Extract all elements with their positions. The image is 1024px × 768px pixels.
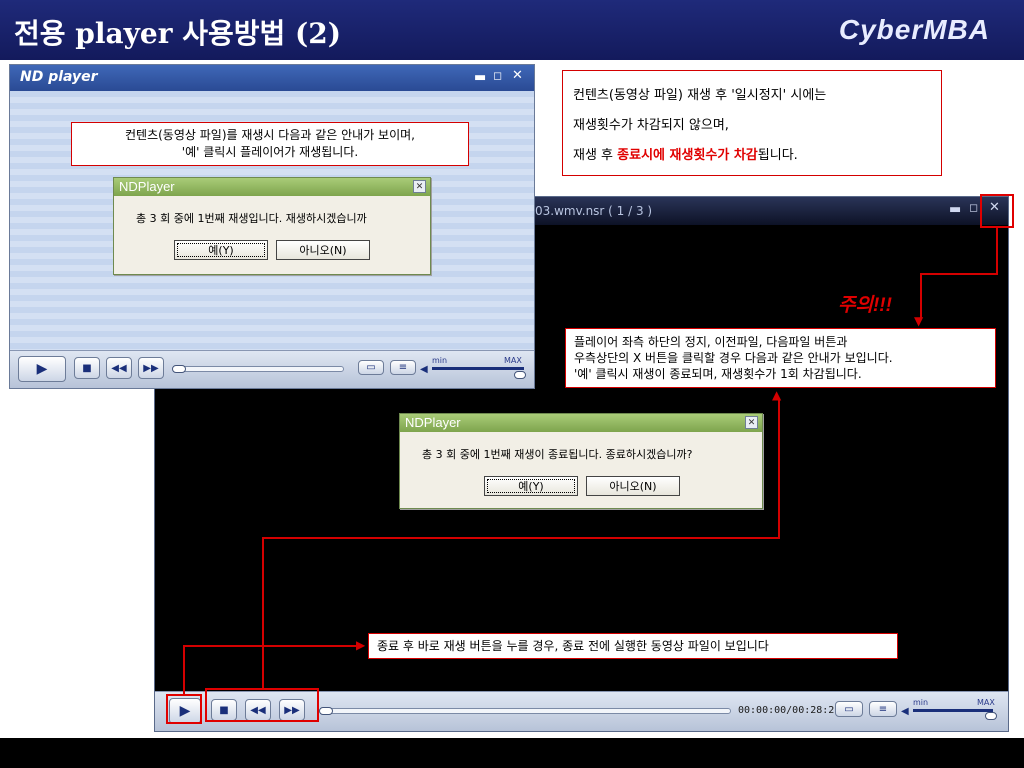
seek-bar[interactable] [321,708,731,714]
seek-bar[interactable] [174,366,344,372]
callout-text: 컨텐츠(동영상 파일)를 재생시 다음과 같은 안내가 보이며, [125,128,415,142]
connector-line [996,228,998,274]
connector-line [262,538,264,688]
volume-max-label: MAX [504,356,522,365]
warning-label: 주의!!! [838,295,892,316]
arrow-right-icon: ▶ [356,638,366,652]
play-icon: ▶ [36,361,48,377]
stop-icon: ■ [82,362,92,374]
callout-text: 종료 후 바로 재생 버튼을 누를 경우, 종료 전에 실행한 동영상 파일이 … [377,639,769,653]
small-player-controls: ▶ ■ ◀◀ ▶▶ ▭ ≡ ◀ min MAX [10,350,534,388]
seek-knob[interactable] [319,707,333,715]
close-icon[interactable]: ✕ [745,416,758,429]
arrow-down-icon: ▼ [914,314,924,328]
volume-slider[interactable] [432,367,524,370]
slide-header: 전용 player 사용방법 (2) CyberMBA [0,0,1024,60]
small-player-titlebar: ND player ▬ ◻ ✕ [10,65,534,91]
nd-player-logo: ND player [20,69,98,85]
connector-line [262,537,779,539]
connector-line [920,273,998,275]
fast-forward-icon: ▶▶ [143,362,159,374]
volume-min-label: min [913,698,929,707]
slide-footer [0,738,1024,768]
dialog-message: 총 3 회 중에 1번째 재생이 종료됩니다. 종료하시겠습니까? [422,448,693,461]
screen-icon: ▭ [844,703,854,715]
callout-pause-info: 컨텐츠(동영상 파일) 재생 후 '일시정지' 시에는 재생횟수가 차감되지 않… [562,70,942,176]
volume-max-label: MAX [977,698,995,707]
next-file-button[interactable]: ▶▶ [138,357,164,379]
callout-text: '예' 클릭시 재생이 종료되며, 재생횟수가 1회 차감됩니다. [574,367,862,381]
control-buttons-highlight [205,688,319,722]
play-button[interactable]: ▶ [18,356,66,382]
callout-text: 우측상단의 X 버튼을 클릭할 경우 다음과 같은 안내가 보입니다. [574,351,893,365]
connector-line [920,273,922,319]
dialog-title: NDPlayer [405,415,461,430]
minimize-icon[interactable]: ▬ [474,70,486,85]
dialog-titlebar: NDPlayer ✕ [114,178,430,196]
rewind-icon: ◀◀ [111,362,127,374]
close-icon[interactable]: ✕ [413,180,426,193]
screen-icon: ▭ [366,362,376,373]
speaker-icon: ◀ [901,706,909,717]
close-button-highlight [980,194,1014,228]
main-player-title: 03.wmv.nsr ( 1 / 3 ) [535,204,653,218]
connector-line [778,398,780,539]
highlight-text: 종료시에 재생횟수가 차감 [617,148,758,163]
yes-button[interactable]: 예(Y) [174,240,268,260]
seek-knob[interactable] [172,365,186,373]
play-confirm-dialog: NDPlayer ✕ 총 3 회 중에 1번째 재생입니다. 재생하시겠습니까 … [113,177,431,275]
minimize-icon[interactable]: ▬ [949,202,961,217]
dialog-title: NDPlayer [119,179,175,194]
list-icon: ≡ [398,362,408,373]
callout-text: 컨텐츠(동영상 파일) 재생 후 '일시정지' 시에는 [573,88,827,103]
callout-replay-info: 종료 후 바로 재생 버튼을 누를 경우, 종료 전에 실행한 동영상 파일이 … [368,633,898,659]
list-icon: ≡ [878,703,888,715]
screen-mode-button[interactable]: ▭ [358,360,384,375]
playlist-button[interactable]: ≡ [390,360,416,375]
volume-min-label: min [432,356,448,365]
previous-file-button[interactable]: ◀◀ [106,357,132,379]
no-button[interactable]: 아니오(N) [276,240,370,260]
play-button-highlight [166,694,202,724]
callout-play-info: 컨텐츠(동영상 파일)를 재생시 다음과 같은 안내가 보이며, '예' 클릭시… [71,122,469,166]
callout-stop-info: 플레이어 좌측 하단의 정지, 이전파일, 다음파일 버튼과 우측상단의 X 버… [565,328,996,388]
cybermba-logo: CyberMBA [838,14,990,45]
connector-line [183,645,361,647]
dialog-message: 총 3 회 중에 1번째 재생입니다. 재생하시겠습니까 [136,212,367,225]
restore-icon[interactable]: ◻ [493,69,502,82]
screen-mode-button[interactable]: ▭ [835,701,863,717]
callout-text: 플레이어 좌측 하단의 정지, 이전파일, 다음파일 버튼과 [574,335,848,349]
close-icon[interactable]: ✕ [512,68,523,83]
volume-slider[interactable] [913,709,993,712]
yes-button[interactable]: 예(Y) [484,476,578,496]
playback-time: 00:00:00/00:28:23 [738,705,841,716]
volume-knob[interactable] [514,371,526,379]
slide-title: 전용 player 사용방법 (2) [14,17,341,50]
stop-confirm-dialog: NDPlayer ✕ 총 3 회 중에 1번째 재생이 종료됩니다. 종료하시겠… [399,413,763,509]
stop-button[interactable]: ■ [74,357,100,379]
playlist-button[interactable]: ≡ [869,701,897,717]
callout-text: '예' 클릭시 플레이어가 재생됩니다. [181,145,359,159]
callout-text: 재생 후 종료시에 재생횟수가 차감됩니다. [573,148,798,163]
connector-line [183,645,185,694]
speaker-icon: ◀ [420,364,428,375]
no-button[interactable]: 아니오(N) [586,476,680,496]
arrow-up-icon: ▲ [772,388,782,402]
callout-text: 재생횟수가 차감되지 않으며, [573,118,729,133]
volume-knob[interactable] [985,712,997,720]
restore-icon[interactable]: ◻ [969,201,978,214]
dialog-titlebar: NDPlayer ✕ [400,414,762,432]
